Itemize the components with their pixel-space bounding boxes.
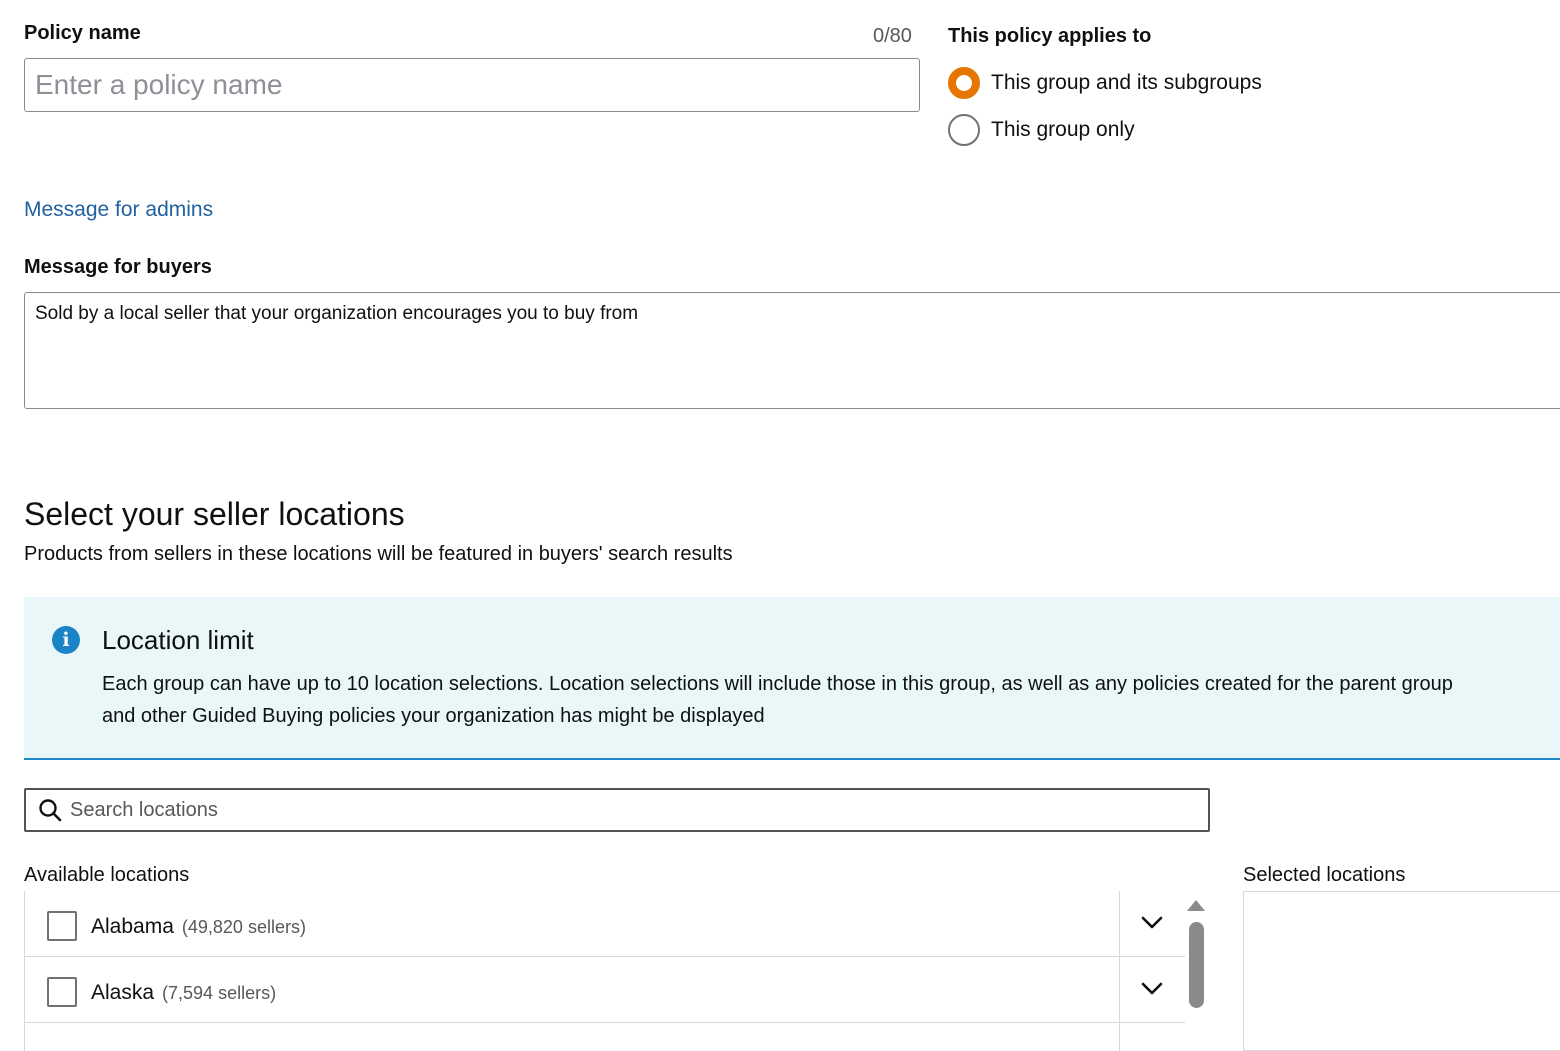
applies-to-label: This policy applies to [948,25,1152,47]
section-title: Select your seller locations [24,496,405,532]
location-row-alabama[interactable]: Alabama (49,820 sellers) [25,891,1185,957]
message-for-buyers-label: Message for buyers [24,256,212,278]
location-row-alaska[interactable]: Alaska (7,594 sellers) [25,957,1185,1023]
info-circle-icon: i [52,626,80,654]
row-divider [1119,891,1120,957]
row-divider [1119,957,1120,1023]
search-locations-input[interactable] [68,791,1208,829]
section-subtitle: Products from sellers in these locations… [24,543,733,565]
alert-title: Location limit [102,625,254,655]
available-locations-label: Available locations [24,864,190,886]
message-for-buyers-textarea[interactable]: Sold by a local seller that your organiz… [24,292,1560,409]
radio-selected-icon[interactable] [948,67,980,99]
location-name: Alaska [91,981,155,1004]
search-locations-box[interactable] [24,788,1210,832]
radio-label: This group and its subgroups [991,71,1262,94]
alert-body-line-1: Each group can have up to 10 location se… [102,673,1453,695]
radio-group-only[interactable]: This group only [948,114,1135,146]
scrollbar-thumb[interactable] [1189,922,1204,1008]
search-icon [39,799,62,822]
alert-body: Each group can have up to 10 location se… [102,668,1560,732]
available-locations-list[interactable]: Alabama (49,820 sellers) Alaska (7,594 sel… [24,891,1210,1051]
chevron-down-icon[interactable] [1140,913,1164,933]
location-seller-count: (7,594 sellers) [162,983,277,1003]
policy-name-label: Policy name [24,22,141,44]
radio-group-and-subgroups[interactable]: This group and its subgroups [948,67,1262,99]
policy-name-char-count: 0/80 [873,25,912,47]
policy-name-input[interactable] [24,58,920,112]
location-checkbox[interactable] [47,911,77,941]
radio-label: This group only [991,118,1135,141]
location-label: Alaska (7,594 sellers) [91,981,276,1005]
location-checkbox[interactable] [47,977,77,1007]
selected-locations-label: Selected locations [1243,864,1406,886]
alert-body-line-2: and other Guided Buying policies your or… [102,705,765,727]
selected-locations-list[interactable] [1243,891,1560,1051]
location-row-partial [25,1023,1185,1051]
radio-unselected-icon[interactable] [948,114,980,146]
location-seller-count: (49,820 sellers) [181,917,306,937]
row-divider [1119,1023,1120,1051]
message-for-admins-link[interactable]: Message for admins [24,198,213,222]
location-label: Alabama (49,820 sellers) [91,915,306,939]
chevron-down-icon[interactable] [1140,979,1164,999]
location-name: Alabama [91,915,174,938]
scroll-up-arrow-icon[interactable] [1187,900,1205,911]
